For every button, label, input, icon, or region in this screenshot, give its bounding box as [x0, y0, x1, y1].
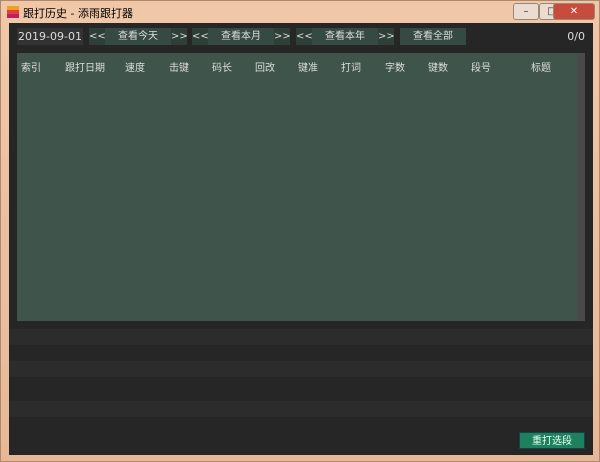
next-day-button[interactable]: >>: [171, 28, 188, 45]
record-count: 0/0: [567, 30, 585, 43]
view-all-button[interactable]: 查看全部: [400, 28, 466, 45]
column-header-title[interactable]: 标题: [531, 59, 551, 74]
toolbar: 2019-09-01 << 查看今天 >> << 查看本月 >> << 查看本年…: [9, 23, 593, 49]
prev-month-button[interactable]: <<: [192, 28, 209, 45]
view-today-button[interactable]: 查看今天: [105, 28, 171, 45]
next-year-button[interactable]: >>: [378, 28, 395, 45]
column-header-words[interactable]: 打词: [341, 59, 361, 74]
prev-day-button[interactable]: <<: [89, 28, 106, 45]
column-header-segment[interactable]: 段号: [471, 59, 491, 74]
column-header-speed[interactable]: 速度: [125, 59, 145, 74]
column-header-index[interactable]: 索引: [21, 59, 41, 74]
history-table[interactable]: 索引 跟打日期 速度 击键 码长 回改 键准 打词 字数 键数 段号 标题: [17, 53, 585, 321]
column-header-accuracy[interactable]: 键准: [298, 59, 318, 74]
column-header-keys[interactable]: 键数: [428, 59, 448, 74]
view-month-button[interactable]: 查看本月: [208, 28, 274, 45]
close-button[interactable]: ✕: [553, 3, 595, 20]
stripe: [9, 401, 593, 417]
next-month-button[interactable]: >>: [274, 28, 291, 45]
prev-year-button[interactable]: <<: [296, 28, 313, 45]
column-header-code-length[interactable]: 码长: [212, 59, 232, 74]
date-field[interactable]: 2019-09-01: [17, 28, 83, 45]
app-icon: [7, 6, 19, 18]
minimize-button[interactable]: –: [513, 3, 539, 20]
column-header-chars[interactable]: 字数: [385, 59, 405, 74]
column-header-backspace[interactable]: 回改: [255, 59, 275, 74]
window: 跟打历史 - 添雨跟打器 – □ ✕ 2019-09-01 << 查看今天 >>…: [0, 0, 600, 462]
column-header-keystroke[interactable]: 击键: [169, 59, 189, 74]
window-title: 跟打历史 - 添雨跟打器: [23, 7, 133, 20]
column-header-date[interactable]: 跟打日期: [65, 59, 105, 74]
retype-segment-button[interactable]: 重打选段: [519, 432, 585, 449]
stripe: [9, 361, 593, 377]
view-year-button[interactable]: 查看本年: [312, 28, 378, 45]
stripe: [9, 329, 593, 345]
client-area: 2019-09-01 << 查看今天 >> << 查看本月 >> << 查看本年…: [9, 23, 593, 455]
title-bar: 跟打历史 - 添雨跟打器 – □ ✕: [1, 1, 599, 23]
